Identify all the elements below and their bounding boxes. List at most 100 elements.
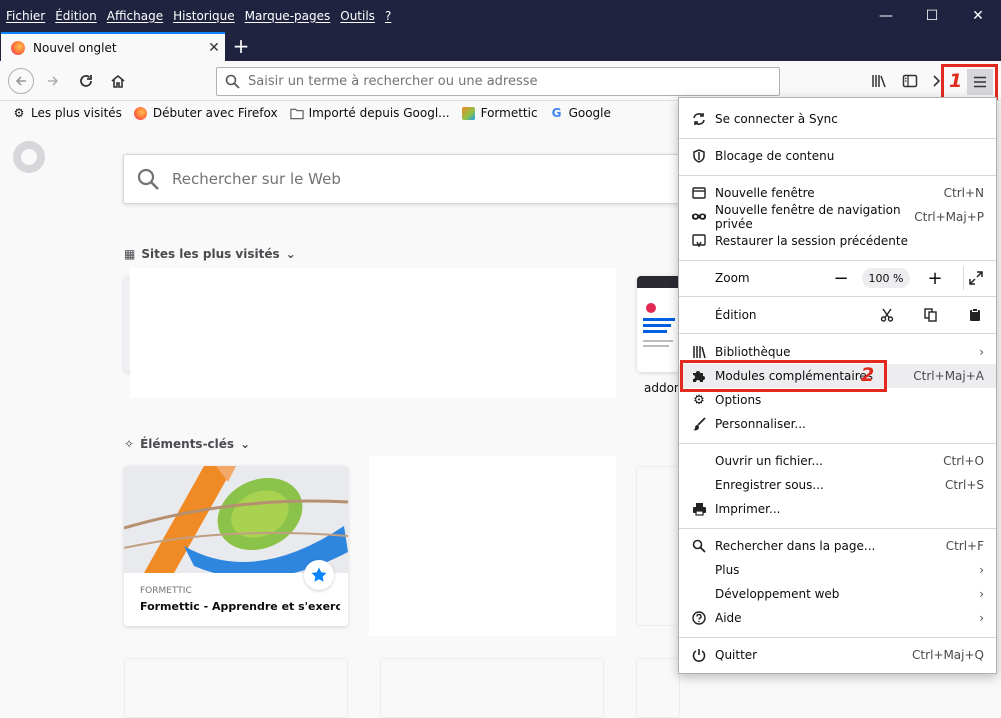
formettic-icon [462, 106, 476, 120]
top-sites-title: Sites les plus visités [141, 247, 280, 261]
menu-item-content-blocking[interactable]: Blocage de contenu [679, 144, 996, 168]
navigation-toolbar: 1 [0, 61, 1001, 101]
back-button[interactable] [8, 68, 34, 94]
restore-session-icon [691, 233, 707, 249]
menu-separator [679, 528, 996, 529]
bookmark-google[interactable]: G Google [550, 106, 611, 120]
highlight-card-formettic[interactable]: FORMETTIC Formettic - Apprendre et s'exe… [124, 466, 348, 626]
library-button[interactable] [866, 68, 892, 94]
menu-label: Plus [715, 563, 740, 577]
menu-item-find[interactable]: Rechercher dans la page... Ctrl+F [679, 534, 996, 558]
zoom-level[interactable]: 100 % [862, 268, 910, 288]
maximize-button[interactable]: ☐ [909, 0, 955, 31]
bookmark-most-visited[interactable]: ⚙ Les plus visités [12, 106, 122, 120]
annotation-2: 2 [861, 364, 875, 386]
menu-label: Développement web [715, 587, 840, 601]
tab-new-tab[interactable]: Nouvel onglet ✕ [1, 32, 225, 61]
cut-button[interactable] [875, 303, 899, 327]
fullscreen-button[interactable] [963, 266, 987, 290]
printer-icon [691, 501, 707, 517]
chevron-right-icon: › [979, 563, 984, 577]
bookmark-star-icon[interactable] [304, 560, 334, 590]
close-window-button[interactable]: ✕ [955, 0, 1001, 31]
menu-shortcut: Ctrl+N [943, 186, 984, 200]
menu-item-web-developer[interactable]: Développement web › [679, 582, 996, 606]
menu-label: Nouvelle fenêtre de navigation privée [715, 203, 901, 231]
new-tab-button[interactable]: + [229, 34, 253, 58]
sparkle-icon: ✧ [124, 437, 135, 451]
menu-marque-pages[interactable]: Marque-pages [245, 9, 331, 23]
reload-icon [80, 75, 92, 87]
menu-item-quit[interactable]: Quitter Ctrl+Maj+Q [679, 643, 996, 667]
menu-bar: Fichier Édition Affichage Historique Mar… [0, 9, 401, 23]
web-search-input[interactable] [172, 170, 722, 188]
search-icon [137, 168, 159, 190]
bookmark-getting-started[interactable]: Débuter avec Firefox [134, 106, 278, 120]
arrow-right-icon [48, 76, 59, 86]
empty-card [636, 466, 680, 626]
zoom-out-button[interactable]: − [829, 266, 853, 290]
title-bar: Fichier Édition Affichage Historique Mar… [0, 0, 1001, 31]
menu-historique[interactable]: Historique [173, 9, 235, 23]
menu-label: Rechercher dans la page... [715, 539, 876, 553]
menu-separator [679, 443, 996, 444]
search-icon [225, 74, 240, 89]
menu-item-help[interactable]: Aide › [679, 606, 996, 630]
bookmark-formettic[interactable]: Formettic [462, 106, 538, 120]
url-bar[interactable] [216, 67, 780, 96]
menu-item-edit: Édition [679, 303, 996, 327]
addon-thumbnail [637, 276, 681, 372]
menu-item-save-as[interactable]: Enregistrer sous... Ctrl+S [679, 473, 996, 497]
fullscreen-icon [968, 271, 983, 285]
bookmark-label: Débuter avec Firefox [152, 106, 278, 120]
menu-item-new-window[interactable]: Nouvelle fenêtre Ctrl+N [679, 181, 996, 205]
sidebar-button[interactable] [897, 68, 923, 94]
menu-label: Nouvelle fenêtre [715, 186, 815, 200]
card-thumbnail [124, 466, 348, 579]
menu-label: Bibliothèque [715, 345, 791, 359]
top-site-addon[interactable] [637, 276, 681, 372]
menu-shortcut: Ctrl+F [945, 539, 984, 553]
menu-item-restore-session[interactable]: Restaurer la session précédente [679, 229, 996, 253]
home-button[interactable] [105, 68, 131, 94]
close-tab-icon[interactable]: ✕ [203, 40, 225, 56]
highlights-header[interactable]: ✧ Éléments-clés ⌄ [124, 437, 256, 451]
menu-edition[interactable]: Édition [55, 9, 97, 23]
menu-affichage[interactable]: Affichage [107, 9, 163, 23]
web-search-box[interactable] [123, 154, 723, 204]
menu-separator [679, 175, 996, 176]
menu-item-customize[interactable]: Personnaliser... [679, 412, 996, 436]
bookmark-imported[interactable]: Importé depuis Googl... [289, 106, 450, 120]
gear-icon: ⚙ [13, 106, 25, 120]
zoom-in-button[interactable]: + [923, 266, 947, 290]
minimize-button[interactable]: — [863, 0, 909, 31]
menu-label: Blocage de contenu [715, 149, 835, 163]
menu-label: Options [715, 393, 762, 407]
menu-item-private-window[interactable]: Nouvelle fenêtre de navigation privée Ct… [679, 203, 996, 231]
open-menu-button[interactable] [967, 69, 993, 95]
menu-label: Édition [715, 308, 757, 322]
url-input[interactable] [248, 74, 779, 89]
forward-button[interactable] [40, 68, 66, 94]
menu-help[interactable]: ? [385, 9, 391, 23]
top-sites-header[interactable]: ▦ Sites les plus visités ⌄ [124, 247, 302, 261]
shield-icon [691, 148, 707, 164]
menu-shortcut: Ctrl+Maj+Q [912, 648, 984, 662]
reload-button[interactable] [73, 68, 99, 94]
menu-item-sync[interactable]: Se connecter à Sync [679, 107, 996, 131]
home-icon [111, 74, 125, 88]
menu-item-print[interactable]: Imprimer... [679, 497, 996, 521]
menu-item-more[interactable]: Plus › [679, 558, 996, 582]
paste-button[interactable] [963, 303, 987, 327]
top-sites-placeholder [130, 268, 616, 398]
menu-separator [679, 296, 996, 297]
menu-separator [679, 260, 996, 261]
bookmark-label: Les plus visités [31, 106, 122, 120]
menu-outils[interactable]: Outils [340, 9, 375, 23]
menu-item-open-file[interactable]: Ouvrir un fichier... Ctrl+O [679, 449, 996, 473]
chevron-down-icon: ⌄ [285, 247, 296, 261]
menu-fichier[interactable]: Fichier [6, 9, 45, 23]
highlights-placeholder [369, 456, 616, 636]
copy-button[interactable] [919, 303, 943, 327]
tab-title: Nouvel onglet [33, 40, 117, 55]
